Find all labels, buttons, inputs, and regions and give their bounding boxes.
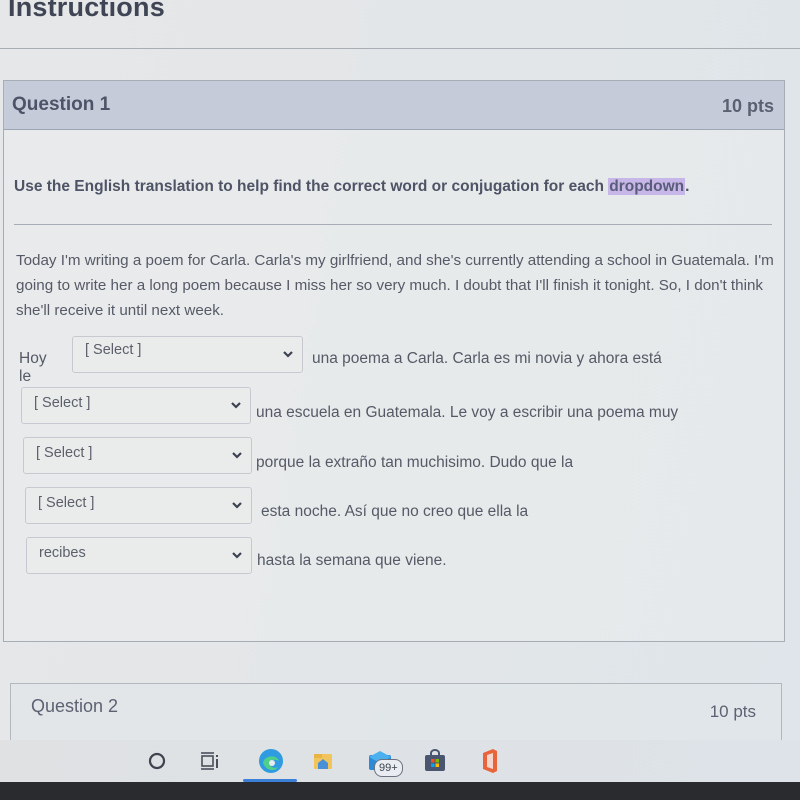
highlighted-word: dropdown: [608, 178, 686, 195]
answer-dropdown-4[interactable]: [ Select ]: [25, 487, 252, 524]
answer-dropdown-3[interactable]: [ Select ]: [23, 437, 252, 474]
search-icon[interactable]: [146, 750, 168, 772]
question-2-points: 10 pts: [709, 702, 756, 721]
task-view-icon[interactable]: [199, 750, 221, 772]
prompt-text: Use the English translation to help find…: [14, 178, 609, 195]
row-trail-text: una poema a Carla. Carla es mi novia y a…: [312, 350, 662, 367]
question-2-title: Question 2: [31, 696, 119, 716]
question-1-points: 10 pts: [721, 96, 774, 116]
chevron-down-icon: [231, 402, 241, 409]
dropdown-value: [ Select ]: [38, 495, 95, 511]
question-prompt: Use the English translation to help find…: [14, 178, 689, 196]
screen-bezel: [0, 782, 800, 800]
edge-browser-icon[interactable]: [258, 748, 284, 774]
answer-dropdown-5[interactable]: recibes: [26, 537, 252, 574]
answer-dropdown-2[interactable]: [ Select ]: [21, 387, 251, 424]
dropdown-value: [ Select ]: [34, 395, 91, 411]
prompt-divider: [14, 224, 772, 225]
taskbar: 99+: [0, 740, 800, 782]
chevron-down-icon: [232, 502, 242, 509]
row-trail-text: porque la extraño tan muchisimo. Dudo qu…: [256, 454, 574, 471]
chevron-down-icon: [283, 351, 293, 358]
office-icon[interactable]: [480, 748, 500, 774]
divider: [0, 48, 800, 49]
row-trail-text: una escuela en Guatemala. Le voy a escri…: [256, 404, 679, 421]
question-1-card: Question 1 10 pts Use the English transl…: [3, 80, 785, 642]
dropdown-value: [ Select ]: [85, 342, 142, 358]
question-1-title: Question 1: [12, 94, 111, 115]
chevron-down-icon: [232, 552, 242, 559]
question-1-header: Question 1 10 pts: [4, 81, 784, 130]
question-2-card: Question 2 10 pts: [10, 683, 782, 742]
prompt-end: .: [685, 178, 690, 195]
mail-notification-badge: 99+: [374, 759, 403, 777]
page-heading: Instructions: [8, 0, 165, 22]
answer-dropdown-1[interactable]: [ Select ]: [72, 336, 303, 373]
file-explorer-icon[interactable]: [312, 750, 334, 772]
row-trail-text: esta noche. Así que no creo que ella la: [261, 503, 529, 520]
row-trail-text: hasta la semana que viene.: [257, 552, 447, 569]
row-lead-text: Hoy le: [19, 350, 47, 385]
chevron-down-icon: [232, 452, 242, 459]
quiz-page: Instructions Question 1 10 pts Use the E…: [0, 0, 800, 742]
dropdown-value: recibes: [39, 545, 86, 561]
english-translation: Today I'm writing a poem for Carla. Carl…: [16, 252, 774, 319]
dropdown-value: [ Select ]: [36, 445, 93, 461]
microsoft-store-icon[interactable]: [423, 749, 447, 773]
